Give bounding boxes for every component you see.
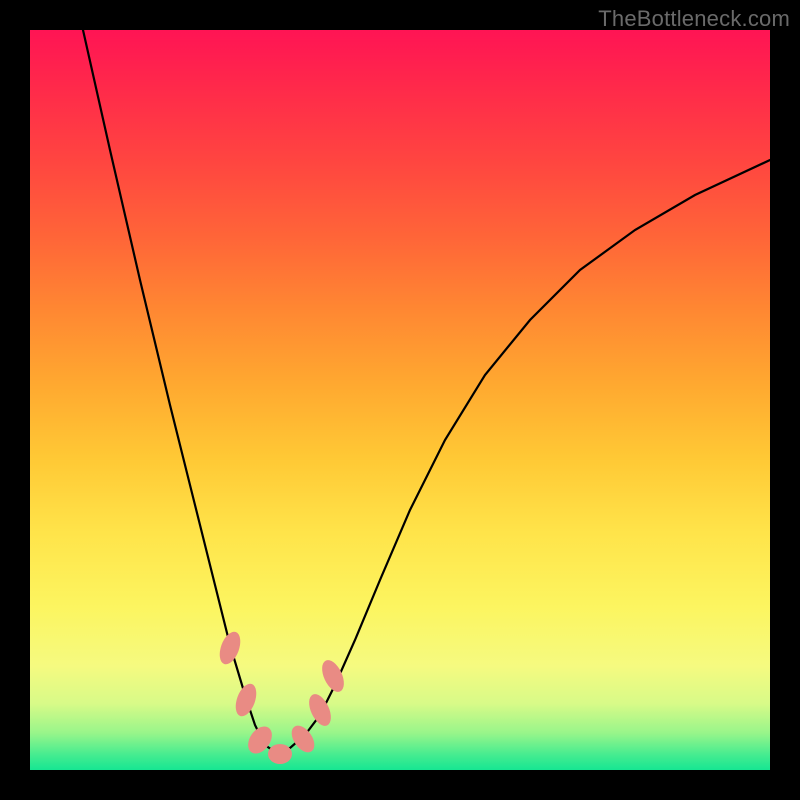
plot-area (30, 30, 770, 770)
watermark-text: TheBottleneck.com (598, 6, 790, 32)
curve-svg (30, 30, 770, 770)
chart-container: TheBottleneck.com (0, 0, 800, 800)
bottleneck-curve (83, 30, 770, 752)
